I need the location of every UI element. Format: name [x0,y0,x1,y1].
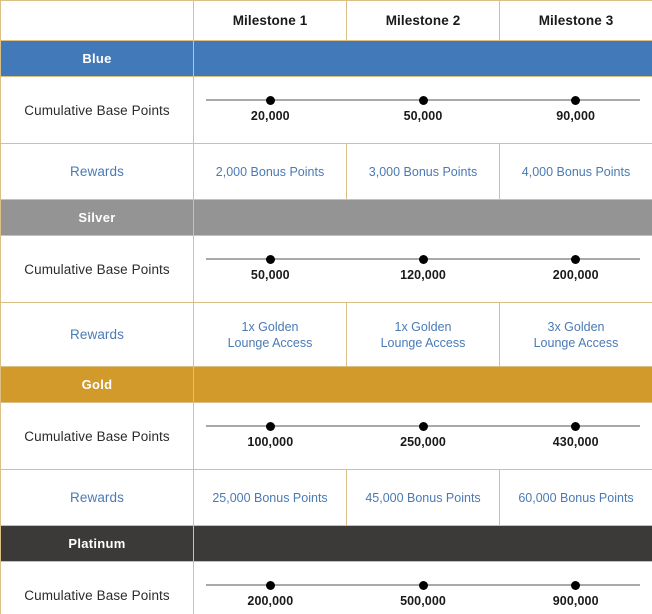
reward-cell-blue-3: 4,000 Bonus Points [499,143,652,200]
reward-text-blue-2-line-1: 3,000 Bonus Points [368,164,478,179]
column-header-milestone-1: Milestone 1 [193,0,347,41]
tier-band-fill-blue [193,40,652,77]
reward-text-gold-3-line-1: 60,000 Bonus Points [518,490,634,505]
reward-cell-blue-1: 2,000 Bonus Points [193,143,347,200]
timeline-dot-icon [571,95,581,105]
reward-cell-silver-2: 1x Golden Lounge Access [346,302,500,367]
reward-text-silver-3-line-2: Lounge Access [533,335,619,350]
timeline-dot-icon [418,95,428,105]
rewards-row-blue: Rewards 2,000 Bonus Points 3,000 Bonus P… [0,143,652,200]
timeline-value-gold-2: 250,000 [400,435,446,449]
timeline-point-silver-3: 200,000 [499,236,652,302]
reward-text-blue-1-line-1: 2,000 Bonus Points [215,164,325,179]
timeline-value-platinum-1: 200,000 [247,594,294,608]
reward-text-silver-1-line-1: 1x Golden [241,319,299,334]
tier-band-platinum: Platinum [0,525,652,562]
timeline-point-gold-3: 430,000 [499,403,652,469]
points-row-blue: Cumulative Base Points 20,000 50,000 90,… [0,76,652,144]
timeline-point-blue-2: 50,000 [347,77,500,143]
timeline-dot-icon [265,254,275,264]
row-label-rewards-gold: Rewards [0,469,194,526]
rewards-row-silver: Rewards 1x Golden Lounge Access 1x Golde… [0,302,652,367]
tier-name-silver: Silver [0,199,194,236]
timeline-dot-icon [418,254,428,264]
timeline-value-blue-1: 20,000 [250,109,290,123]
tier-name-gold: Gold [0,366,194,403]
timeline-dot-icon [265,421,275,431]
table-header-row: Milestone 1 Milestone 2 Milestone 3 [0,0,652,41]
timeline-dot-icon [571,421,581,431]
timeline-point-gold-1: 100,000 [194,403,347,469]
timeline-platinum: 200,000 500,000 900,000 [193,561,652,614]
column-header-milestone-3: Milestone 3 [499,0,652,41]
reward-text-silver-2-line-1: 1x Golden [394,319,452,334]
timeline-point-platinum-1: 200,000 [194,562,347,614]
tier-name-blue: Blue [0,40,194,77]
tier-band-fill-gold [193,366,652,403]
milestone-rewards-table: Milestone 1 Milestone 2 Milestone 3 Blue… [0,0,652,614]
reward-text-silver-3-line-1: 3x Golden [547,319,605,334]
timeline-dot-icon [418,580,428,590]
row-label-rewards-silver: Rewards [0,302,194,367]
timeline-value-platinum-3: 900,000 [552,594,599,608]
reward-cell-blue-2: 3,000 Bonus Points [346,143,500,200]
timeline-point-platinum-3: 900,000 [499,562,652,614]
timeline-blue: 20,000 50,000 90,000 [193,76,652,144]
rewards-row-gold: Rewards 25,000 Bonus Points 45,000 Bonus… [0,469,652,526]
reward-cell-gold-3: 60,000 Bonus Points [499,469,652,526]
reward-text-gold-1-line-1: 25,000 Bonus Points [212,490,328,505]
timeline-point-gold-2: 250,000 [347,403,500,469]
reward-text-silver-2-line-2: Lounge Access [380,335,466,350]
reward-text-silver-1-line-2: Lounge Access [227,335,313,350]
reward-text-blue-3-line-1: 4,000 Bonus Points [521,164,631,179]
tier-name-platinum: Platinum [0,525,194,562]
timeline-point-blue-3: 90,000 [499,77,652,143]
timeline-dot-icon [418,421,428,431]
timeline-point-silver-1: 50,000 [194,236,347,302]
row-label-cumulative-base-points-platinum: Cumulative Base Points [0,561,194,614]
row-label-rewards-blue: Rewards [0,143,194,200]
row-label-cumulative-base-points-blue: Cumulative Base Points [0,76,194,144]
timeline-value-blue-3: 90,000 [556,109,596,123]
row-label-cumulative-base-points-gold: Cumulative Base Points [0,402,194,470]
timeline-dot-icon [571,254,581,264]
timeline-value-silver-1: 50,000 [250,268,290,282]
reward-cell-silver-3: 3x Golden Lounge Access [499,302,652,367]
points-row-gold: Cumulative Base Points 100,000 250,000 4… [0,402,652,470]
timeline-value-platinum-2: 500,000 [400,594,446,608]
timeline-dot-icon [265,95,275,105]
timeline-gold: 100,000 250,000 430,000 [193,402,652,470]
timeline-point-silver-2: 120,000 [347,236,500,302]
timeline-value-silver-2: 120,000 [400,268,446,282]
timeline-silver: 50,000 120,000 200,000 [193,235,652,303]
reward-cell-gold-1: 25,000 Bonus Points [193,469,347,526]
header-label-spacer [0,0,194,41]
timeline-dot-icon [265,580,275,590]
tier-band-silver: Silver [0,199,652,236]
timeline-value-gold-1: 100,000 [247,435,294,449]
tier-band-fill-platinum [193,525,652,562]
reward-text-gold-2-line-1: 45,000 Bonus Points [365,490,481,505]
tier-band-blue: Blue [0,40,652,77]
tier-band-gold: Gold [0,366,652,403]
row-label-cumulative-base-points-silver: Cumulative Base Points [0,235,194,303]
timeline-value-gold-3: 430,000 [552,435,599,449]
tier-band-fill-silver [193,199,652,236]
timeline-dot-icon [571,580,581,590]
points-row-silver: Cumulative Base Points 50,000 120,000 20… [0,235,652,303]
points-row-platinum: Cumulative Base Points 200,000 500,000 9… [0,561,652,614]
milestone-rewards-table-container: Milestone 1 Milestone 2 Milestone 3 Blue… [0,0,652,614]
column-header-milestone-2: Milestone 2 [346,0,500,41]
reward-cell-silver-1: 1x Golden Lounge Access [193,302,347,367]
timeline-point-blue-1: 20,000 [194,77,347,143]
timeline-value-blue-2: 50,000 [403,109,443,123]
timeline-point-platinum-2: 500,000 [347,562,500,614]
timeline-value-silver-3: 200,000 [552,268,599,282]
reward-cell-gold-2: 45,000 Bonus Points [346,469,500,526]
